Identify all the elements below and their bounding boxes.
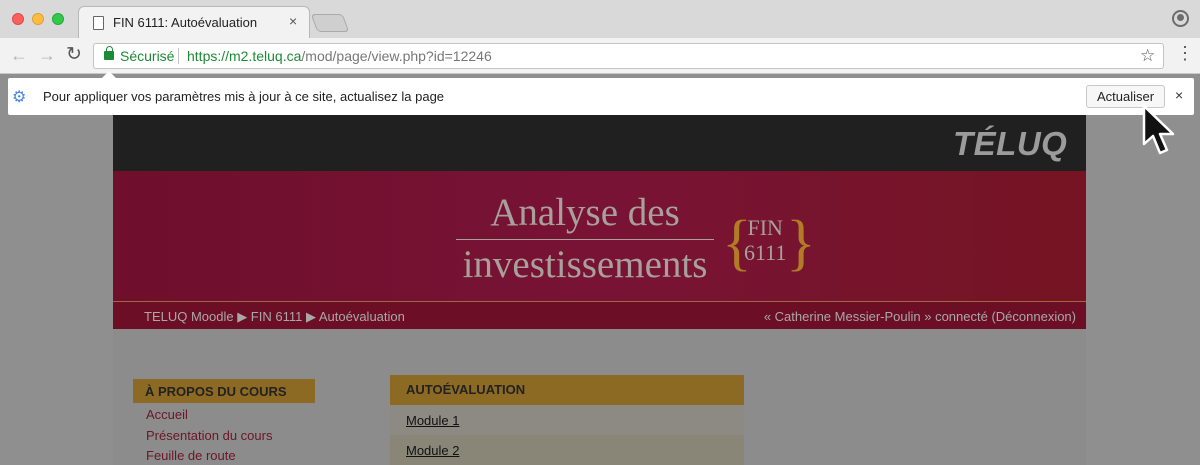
- back-icon[interactable]: ←: [10, 43, 28, 67]
- infobar-message: Pour appliquer vos paramètres mis à jour…: [43, 89, 445, 104]
- tab-title: FIN 6111: Autoévaluation: [113, 15, 258, 30]
- content-area: À PROPOS DU COURS Accueil Présentation d…: [113, 329, 1086, 465]
- document-icon: [93, 16, 104, 30]
- autoevaluation-heading: AUTOÉVALUATION: [390, 375, 744, 405]
- sidebar-link-presentation[interactable]: Présentation du cours: [146, 428, 272, 443]
- secure-label[interactable]: Sécurisé: [120, 48, 174, 64]
- tab-close-icon[interactable]: ×: [289, 13, 297, 29]
- course-title-line2: investissements: [462, 243, 708, 286]
- settings-infobar: ⚙ Pour appliquer vos paramètres mis à jo…: [8, 71, 1194, 115]
- menu-kebab-icon[interactable]: ⋮: [1176, 44, 1194, 62]
- browser-toolbar: ← → ↻ Sécurisé https://m2.teluq.ca/mod/p…: [0, 38, 1200, 74]
- window-close-button[interactable]: [12, 13, 24, 25]
- window-minimize-button[interactable]: [32, 13, 44, 25]
- url-host: https://m2.teluq.ca: [187, 48, 302, 64]
- infobar-close-icon[interactable]: ×: [1175, 87, 1183, 103]
- course-title-line1: Analyse des: [490, 191, 680, 234]
- bookmark-star-icon[interactable]: ☆: [1140, 46, 1155, 66]
- url-path: /mod/page/view.php?id=12246: [301, 48, 492, 64]
- list-item: Module 2: [390, 435, 744, 465]
- module-1-link[interactable]: Module 1: [406, 413, 459, 428]
- course-code-line2: 6111: [744, 240, 787, 265]
- address-bar[interactable]: Sécurisé https://m2.teluq.ca/mod/page/vi…: [93, 43, 1164, 69]
- about-course-heading: À PROPOS DU COURS: [133, 379, 315, 403]
- address-separator: [178, 48, 179, 64]
- forward-icon[interactable]: →: [38, 43, 56, 67]
- module-2-link[interactable]: Module 2: [406, 443, 459, 458]
- url-text[interactable]: https://m2.teluq.ca/mod/page/view.php?id…: [187, 48, 492, 64]
- site-logo[interactable]: TÉLUQ: [953, 125, 1067, 163]
- breadcrumb-bar: TELUQ Moodle ▶ FIN 6111 ▶ Autoévaluation…: [113, 301, 1086, 329]
- sidebar-link-feuille-de-route[interactable]: Feuille de route: [146, 448, 236, 463]
- reload-icon[interactable]: ↻: [66, 43, 82, 67]
- course-title-rule: [456, 239, 714, 240]
- web-page: TÉLUQ Analyse des investissements { FIN …: [113, 115, 1086, 465]
- gear-icon: ⚙: [12, 89, 27, 106]
- about-course-heading-text: À PROPOS DU COURS: [145, 384, 287, 399]
- lock-icon[interactable]: [104, 46, 114, 60]
- autoevaluation-heading-text: AUTOÉVALUATION: [406, 382, 526, 397]
- breadcrumb[interactable]: TELUQ Moodle ▶ FIN 6111 ▶ Autoévaluation: [144, 309, 405, 325]
- list-item: Module 1: [390, 405, 744, 435]
- sidebar-link-accueil[interactable]: Accueil: [146, 407, 188, 422]
- course-banner: Analyse des investissements { FIN 6111 }: [113, 171, 1086, 301]
- user-status[interactable]: « Catherine Messier-Poulin » connecté (D…: [764, 309, 1076, 324]
- window-zoom-button[interactable]: [52, 13, 64, 25]
- browser-tab[interactable]: FIN 6111: Autoévaluation ×: [78, 6, 310, 38]
- site-header: TÉLUQ: [113, 115, 1086, 171]
- mouse-cursor-icon: [1142, 104, 1175, 155]
- right-brace-icon: }: [786, 209, 816, 277]
- browser-titlebar: FIN 6111: Autoévaluation ×: [0, 0, 1200, 38]
- course-title: Analyse des investissements: [456, 191, 714, 287]
- new-tab-button[interactable]: [310, 14, 350, 32]
- course-code: FIN 6111: [744, 215, 786, 265]
- profile-icon[interactable]: [1172, 10, 1189, 27]
- course-code-line1: FIN: [747, 215, 783, 240]
